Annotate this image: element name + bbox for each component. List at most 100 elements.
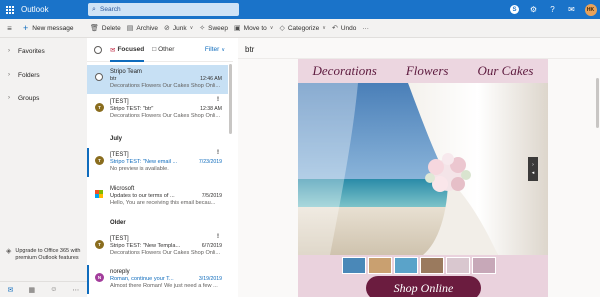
delete-button[interactable]: 🗑 Delete: [90, 24, 121, 33]
email-nav-decorations[interactable]: Decorations: [313, 63, 377, 79]
expand-side-tab[interactable]: › ◂: [528, 157, 538, 181]
reading-pane: btr Decorations Flowers Our Cakes Shop O…: [238, 38, 600, 297]
select-all-checkbox[interactable]: [94, 45, 102, 54]
chevron-right-icon: ›: [8, 72, 10, 78]
reading-subject: btr: [245, 45, 255, 54]
message-item[interactable]: Microsoft Updates to our terms of ... 7/…: [87, 182, 228, 211]
search-box[interactable]: ⌕ Search: [88, 3, 239, 16]
thumbnail-image[interactable]: [368, 257, 392, 274]
more-label: ···: [362, 24, 369, 32]
email-body: Decorations Flowers Our Cakes Shop Onlin…: [298, 59, 548, 297]
tab-focused[interactable]: ✉ Focused: [110, 46, 145, 62]
message-preview: No preview is available.: [110, 166, 169, 172]
message-item[interactable]: T [TEST] ! Stripo TEST: "New Templa... 6…: [87, 232, 228, 261]
archive-button[interactable]: ▤ Archive: [127, 24, 158, 33]
search-icon: ⌕: [92, 5, 96, 13]
upgrade-promo[interactable]: ◈ Upgrade to Office 365 with premium Out…: [6, 248, 86, 262]
message-sender: Stripo Team: [110, 69, 142, 75]
tag-icon: ◇: [279, 25, 285, 32]
tab-focused-label: Focused: [117, 46, 145, 53]
message-subject: Stripo TEST: "New email ...: [110, 159, 178, 165]
message-time: 12:38 AM: [200, 106, 222, 112]
message-subject: Roman, continue your T...: [110, 276, 174, 282]
hamburger-menu-icon[interactable]: ≡: [0, 24, 19, 33]
archive-label: Archive: [136, 24, 158, 32]
junk-icon: ⊘: [164, 25, 170, 32]
sweep-icon: ✧: [199, 25, 206, 32]
chevron-right-icon: ›: [8, 95, 10, 101]
trash-icon: 🗑: [90, 25, 99, 32]
nav-favorites-label: Favorites: [18, 47, 45, 55]
folder-pane: › Favorites › Folders › Groups ◈ Upgrade…: [0, 38, 87, 297]
arrow-icon: ◂: [531, 170, 535, 176]
move-to-button[interactable]: ▣ Move to ∨: [234, 24, 273, 33]
email-nav-flowers[interactable]: Flowers: [406, 63, 449, 79]
message-preview: Hello, You are receiving this email beca…: [110, 200, 216, 206]
message-item[interactable]: N noreply Roman, continue your T... 3/19…: [87, 265, 228, 294]
thumbnail-image[interactable]: [342, 257, 366, 274]
feedback-icon[interactable]: ✉: [562, 0, 581, 19]
microsoft-logo-icon: [95, 190, 103, 198]
select-radio[interactable]: [95, 73, 103, 81]
help-icon[interactable]: ?: [543, 0, 562, 19]
people-icon[interactable]: ☺: [50, 286, 57, 293]
sender-avatar: N: [95, 273, 104, 282]
shop-online-button[interactable]: Shop Online: [366, 276, 481, 297]
thumbnail-image[interactable]: [446, 257, 470, 274]
sweep-button[interactable]: ✧ Sweep: [199, 24, 229, 33]
skype-icon[interactable]: S: [505, 0, 524, 19]
calendar-icon[interactable]: ▦: [28, 286, 35, 294]
group-header-july: July: [110, 136, 123, 142]
chevron-right-icon: ›: [8, 48, 10, 54]
nav-favorites[interactable]: › Favorites: [0, 44, 87, 58]
account-avatar[interactable]: HK: [581, 0, 600, 19]
more-apps-icon[interactable]: ⋯: [72, 286, 79, 294]
thumbnail-image[interactable]: [420, 257, 444, 274]
settings-icon[interactable]: ⚙: [524, 0, 543, 19]
junk-button[interactable]: ⊘ Junk ∨: [164, 24, 194, 33]
group-header-older: Older: [110, 220, 126, 226]
undo-button[interactable]: ↶ Undo: [331, 24, 357, 33]
importance-icon: !: [217, 234, 219, 240]
email-nav-cakes[interactable]: Our Cakes: [477, 63, 533, 79]
undo-icon: ↶: [331, 25, 338, 32]
message-subject: Updates to our terms of ...: [110, 193, 175, 199]
message-sender: noreply: [110, 269, 130, 275]
message-item[interactable]: Stripo Team btr 12:46 AM Decorations Flo…: [87, 65, 228, 94]
chevron-down-icon: ∨: [221, 46, 225, 53]
undo-label: Undo: [340, 24, 357, 32]
message-sender: [TEST]: [110, 99, 129, 105]
message-item[interactable]: T [TEST] ! Stripo TEST: "btr" 12:38 AM D…: [87, 95, 228, 124]
tab-other[interactable]: □ Other: [152, 46, 174, 53]
categorize-label: Categorize: [287, 24, 320, 32]
tab-other-label: Other: [158, 46, 175, 53]
sweep-label: Sweep: [208, 24, 229, 32]
top-right-icons: S ⚙ ? ✉ HK: [505, 0, 600, 19]
reading-pane-scrollbar[interactable]: [596, 78, 599, 128]
nav-groups[interactable]: › Groups: [0, 91, 87, 105]
message-list-scrollbar[interactable]: [229, 64, 232, 134]
categorize-button[interactable]: ◇ Categorize ∨: [279, 24, 326, 33]
importance-icon: !: [217, 97, 219, 103]
new-message-label: New message: [32, 24, 74, 32]
chevron-right-icon: ›: [532, 162, 534, 168]
chevron-down-icon: ∨: [189, 25, 194, 31]
message-time: 6/7/2019: [201, 243, 222, 249]
thumbnail-image[interactable]: [394, 257, 418, 274]
app-brand[interactable]: Outlook: [21, 5, 87, 14]
email-nav: Decorations Flowers Our Cakes: [298, 59, 548, 83]
new-message-button[interactable]: + New message: [23, 23, 90, 33]
message-list-header: ✉ Focused □ Other Filter ∨: [87, 38, 233, 62]
message-item[interactable]: T [TEST] ! Stripo TEST: "New email ... 7…: [87, 148, 228, 177]
filter-button[interactable]: Filter ∨: [205, 46, 225, 53]
filter-label: Filter: [204, 46, 220, 53]
message-time: 7/5/2019: [201, 193, 222, 199]
more-actions-button[interactable]: ···: [362, 25, 369, 32]
thumbnail-image[interactable]: [472, 257, 496, 274]
mail-icon[interactable]: ✉: [8, 286, 14, 294]
nav-folders[interactable]: › Folders: [0, 68, 87, 82]
plus-icon: +: [23, 23, 29, 33]
app-launcher-icon[interactable]: [0, 0, 19, 19]
search-input[interactable]: Search: [100, 6, 121, 13]
chevron-down-icon: ∨: [322, 25, 326, 31]
